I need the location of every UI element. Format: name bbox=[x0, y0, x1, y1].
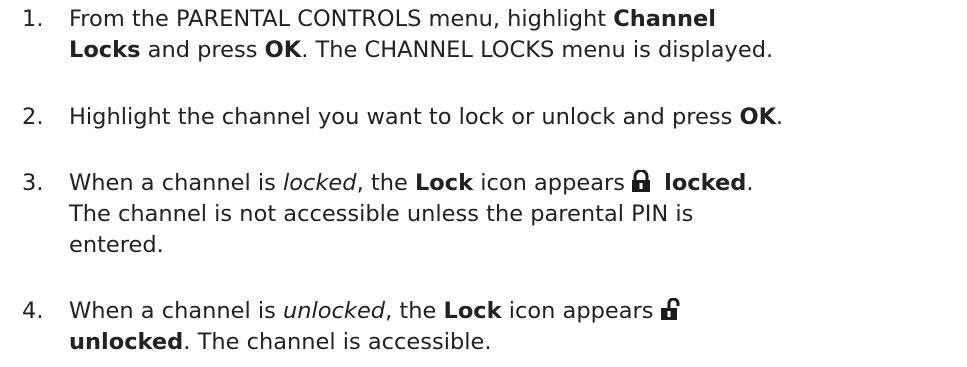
italic-term: unlocked bbox=[283, 298, 386, 324]
step-line: When a channel is locked, the Lock icon … bbox=[69, 168, 967, 199]
text-segment: and press bbox=[140, 37, 265, 63]
step-number: 1. bbox=[22, 6, 44, 32]
text-segment: Highlight the channel you want to lock o… bbox=[69, 104, 740, 130]
text-segment: . The CHANNEL LOCKS menu is displayed. bbox=[301, 37, 774, 63]
step-line: Locks and press OK. The CHANNEL LOCKS me… bbox=[69, 35, 967, 66]
text-segment: When a channel is bbox=[69, 170, 284, 196]
lock-closed-icon bbox=[631, 170, 651, 192]
text-segment: icon appears bbox=[473, 170, 625, 196]
text-segment: icon appears bbox=[501, 298, 654, 324]
bold-term: Lock bbox=[414, 170, 474, 196]
step-text: When a channel is unlocked, the Lock ico… bbox=[69, 296, 967, 358]
step-3: 3. When a channel is locked, the Lock ic… bbox=[22, 168, 967, 261]
bold-term: Locks bbox=[69, 37, 141, 63]
bold-term: Channel bbox=[613, 6, 716, 32]
step-text: When a channel is locked, the Lock icon … bbox=[69, 168, 967, 261]
step-4: 4. When a channel is unlocked, the Lock … bbox=[22, 296, 967, 358]
text-segment: . The channel is accessible. bbox=[183, 329, 492, 355]
step-line: unlocked. The channel is accessible. bbox=[69, 327, 967, 358]
lock-open-icon bbox=[660, 298, 680, 320]
step-line: When a channel is unlocked, the Lock ico… bbox=[69, 296, 967, 327]
step-line: From the PARENTAL CONTROLS menu, highlig… bbox=[69, 4, 967, 35]
step-line: Highlight the channel you want to lock o… bbox=[69, 102, 967, 133]
text-segment: . bbox=[776, 104, 784, 130]
text-segment: , the bbox=[385, 298, 444, 324]
step-text: Highlight the channel you want to lock o… bbox=[69, 102, 967, 133]
step-number: 2. bbox=[22, 104, 44, 130]
step-number: 3. bbox=[22, 170, 44, 196]
step-2: 2. Highlight the channel you want to loc… bbox=[22, 102, 967, 133]
step-1: 1. From the PARENTAL CONTROLS menu, high… bbox=[22, 4, 967, 66]
bold-term: Lock bbox=[443, 298, 502, 324]
bold-term: OK bbox=[264, 37, 302, 63]
step-text: From the PARENTAL CONTROLS menu, highlig… bbox=[69, 4, 967, 66]
step-line: entered. bbox=[69, 232, 164, 258]
italic-term: locked bbox=[283, 170, 357, 196]
text-segment: , the bbox=[356, 170, 415, 196]
bold-term: OK bbox=[739, 104, 777, 130]
bold-term: locked bbox=[664, 170, 747, 196]
text-segment: When a channel is bbox=[69, 298, 284, 324]
bold-term: unlocked bbox=[69, 329, 184, 355]
step-number: 4. bbox=[22, 298, 44, 324]
text-segment: From the PARENTAL CONTROLS menu, highlig… bbox=[69, 6, 614, 32]
step-line: The channel is not accessible unless the… bbox=[69, 201, 694, 227]
text-segment: . bbox=[746, 170, 754, 196]
